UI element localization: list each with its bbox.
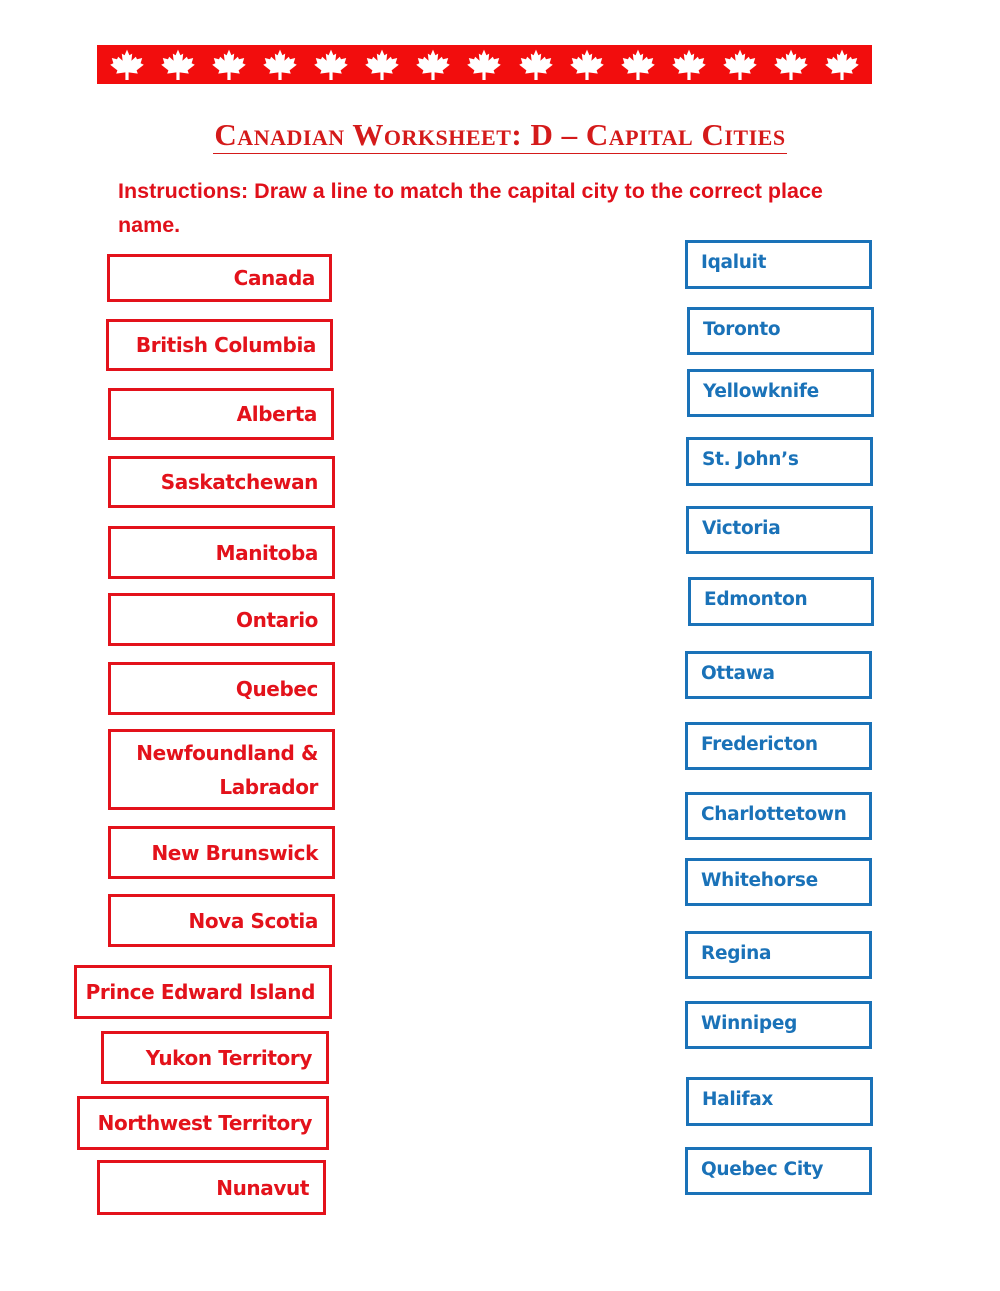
place-label: Yukon Territory [145, 1045, 313, 1070]
place-label: Canada [233, 266, 316, 290]
place-label: Manitoba [215, 540, 319, 565]
city-label: Edmonton [704, 589, 808, 610]
place-label: New Brunswick [151, 840, 318, 865]
place-box-prince-edward-island[interactable]: Prince Edward Island [74, 965, 332, 1019]
city-box-yellowknife[interactable]: Yellowknife [687, 369, 874, 417]
city-box-edmonton[interactable]: Edmonton [688, 577, 874, 626]
city-box-regina[interactable]: Regina [685, 931, 872, 979]
maple-leaf-icon [518, 49, 553, 80]
place-box-british-columbia[interactable]: British Columbia [106, 319, 333, 371]
maple-leaf-icon [212, 49, 246, 80]
maple-leaf-icon [774, 49, 808, 80]
place-box-yukon-territory[interactable]: Yukon Territory [101, 1031, 329, 1084]
place-label: Ontario [236, 607, 318, 632]
place-label: Quebec [235, 676, 319, 701]
city-label: Victoria [702, 517, 781, 539]
city-label: St. John’s [702, 449, 799, 470]
city-label: Winnipeg [701, 1012, 798, 1034]
place-box-quebec[interactable]: Quebec [108, 662, 335, 715]
city-label: Halifax [702, 1089, 774, 1110]
city-label: Whitehorse [701, 869, 818, 891]
maple-leaf-icon [314, 49, 348, 80]
place-label: Saskatchewan [160, 470, 319, 494]
place-box-newfoundland-labrador[interactable]: Newfoundland & Labrador [108, 729, 335, 810]
city-box-charlottetown[interactable]: Charlottetown [685, 792, 872, 840]
worksheet-title-wrap: Canadian Worksheet: D – Capital Cities [0, 118, 1000, 154]
maple-leaf-banner [97, 45, 872, 84]
city-box-st-johns[interactable]: St. John’s [686, 437, 873, 486]
place-box-nova-scotia[interactable]: Nova Scotia [108, 894, 335, 947]
place-box-northwest-territory[interactable]: Northwest Territory [77, 1096, 329, 1150]
worksheet-title: Canadian Worksheet: D – Capital Cities [213, 117, 787, 154]
maple-leaf-icon [416, 49, 451, 80]
place-box-alberta[interactable]: Alberta [108, 388, 334, 440]
city-box-iqaluit[interactable]: Iqaluit [685, 240, 872, 289]
city-label: Fredericton [701, 733, 818, 755]
place-box-nunavut[interactable]: Nunavut [97, 1160, 326, 1215]
place-label: British Columbia [135, 333, 317, 357]
city-label: Toronto [703, 318, 781, 340]
place-box-manitoba[interactable]: Manitoba [108, 526, 335, 579]
city-box-ottawa[interactable]: Ottawa [685, 651, 872, 699]
city-label: Regina [701, 942, 772, 964]
maple-leaf-icon [672, 49, 706, 80]
maple-leaf-icon [723, 49, 757, 80]
maple-leaf-icon [160, 49, 195, 80]
instructions-text: Instructions: Draw a line to match the c… [118, 179, 823, 237]
place-box-saskatchewan[interactable]: Saskatchewan [108, 456, 335, 508]
city-label: Ottawa [701, 662, 775, 684]
place-label: Nunavut [216, 1175, 309, 1200]
maple-leaf-icon [263, 49, 297, 80]
city-label: Iqaluit [701, 252, 767, 273]
maple-leaf-icon [109, 49, 144, 80]
city-box-victoria[interactable]: Victoria [686, 506, 873, 554]
place-label: Newfoundland & Labrador [136, 740, 318, 799]
city-label: Quebec City [701, 1158, 824, 1180]
maple-leaf-icon [569, 49, 604, 80]
city-label: Charlottetown [701, 803, 847, 825]
place-box-canada[interactable]: Canada [107, 254, 332, 302]
place-label: Nova Scotia [188, 908, 319, 933]
city-box-winnipeg[interactable]: Winnipeg [685, 1001, 872, 1049]
city-box-halifax[interactable]: Halifax [686, 1077, 873, 1126]
place-label: Alberta [236, 402, 318, 426]
maple-leaf-icon [621, 49, 655, 80]
maple-leaf-icon [365, 49, 399, 80]
city-box-whitehorse[interactable]: Whitehorse [685, 858, 872, 906]
maple-leaf-icon [825, 49, 860, 80]
place-label: Northwest Territory [97, 1111, 313, 1135]
maple-leaf-icon [467, 49, 502, 80]
place-box-new-brunswick[interactable]: New Brunswick [108, 826, 335, 879]
city-box-quebec-city[interactable]: Quebec City [685, 1147, 872, 1195]
city-box-fredericton[interactable]: Fredericton [685, 722, 872, 770]
place-box-ontario[interactable]: Ontario [108, 593, 335, 646]
city-box-toronto[interactable]: Toronto [687, 307, 874, 355]
city-label: Yellowknife [703, 380, 819, 402]
place-label: Prince Edward Island [85, 980, 316, 1004]
